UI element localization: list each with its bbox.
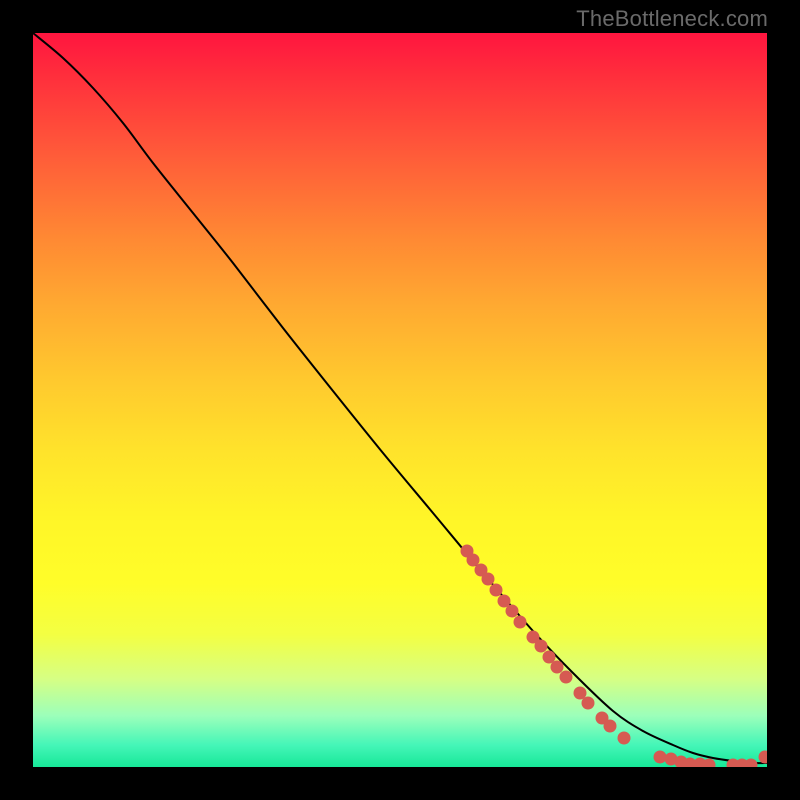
marker-point (745, 759, 758, 768)
curve-line (33, 33, 767, 763)
marker-point (654, 751, 667, 764)
marker-point (618, 732, 631, 745)
plot-area (33, 33, 767, 767)
marker-group (461, 545, 768, 768)
marker-point (535, 640, 548, 653)
marker-point (506, 605, 519, 618)
marker-point (759, 751, 768, 764)
marker-point (604, 720, 617, 733)
marker-point (482, 573, 495, 586)
chart-svg (33, 33, 767, 767)
marker-point (490, 584, 503, 597)
marker-point (514, 616, 527, 629)
watermark-text: TheBottleneck.com (576, 6, 768, 32)
marker-point (582, 697, 595, 710)
chart-frame: TheBottleneck.com (0, 0, 800, 800)
marker-point (560, 671, 573, 684)
marker-point (551, 661, 564, 674)
